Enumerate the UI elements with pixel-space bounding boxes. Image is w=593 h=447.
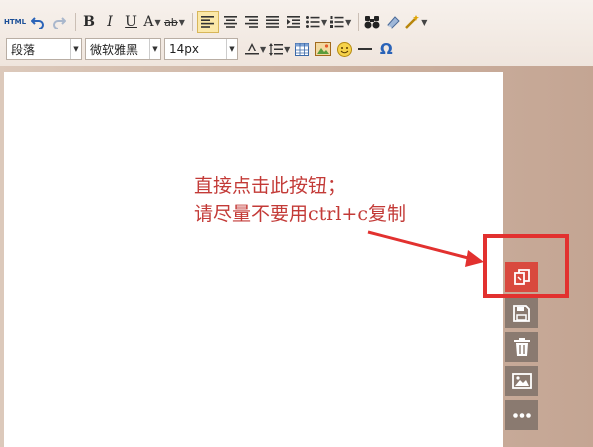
picture-icon bbox=[511, 373, 532, 389]
trash-icon bbox=[513, 338, 530, 356]
copy-icon bbox=[513, 269, 530, 285]
more-icon bbox=[512, 412, 531, 418]
copy-button[interactable] bbox=[505, 262, 538, 292]
more-options-button[interactable] bbox=[505, 400, 538, 430]
delete-button[interactable] bbox=[505, 332, 538, 362]
insert-picture-button[interactable] bbox=[505, 366, 538, 396]
save-icon bbox=[513, 304, 530, 322]
save-button[interactable] bbox=[505, 298, 538, 328]
